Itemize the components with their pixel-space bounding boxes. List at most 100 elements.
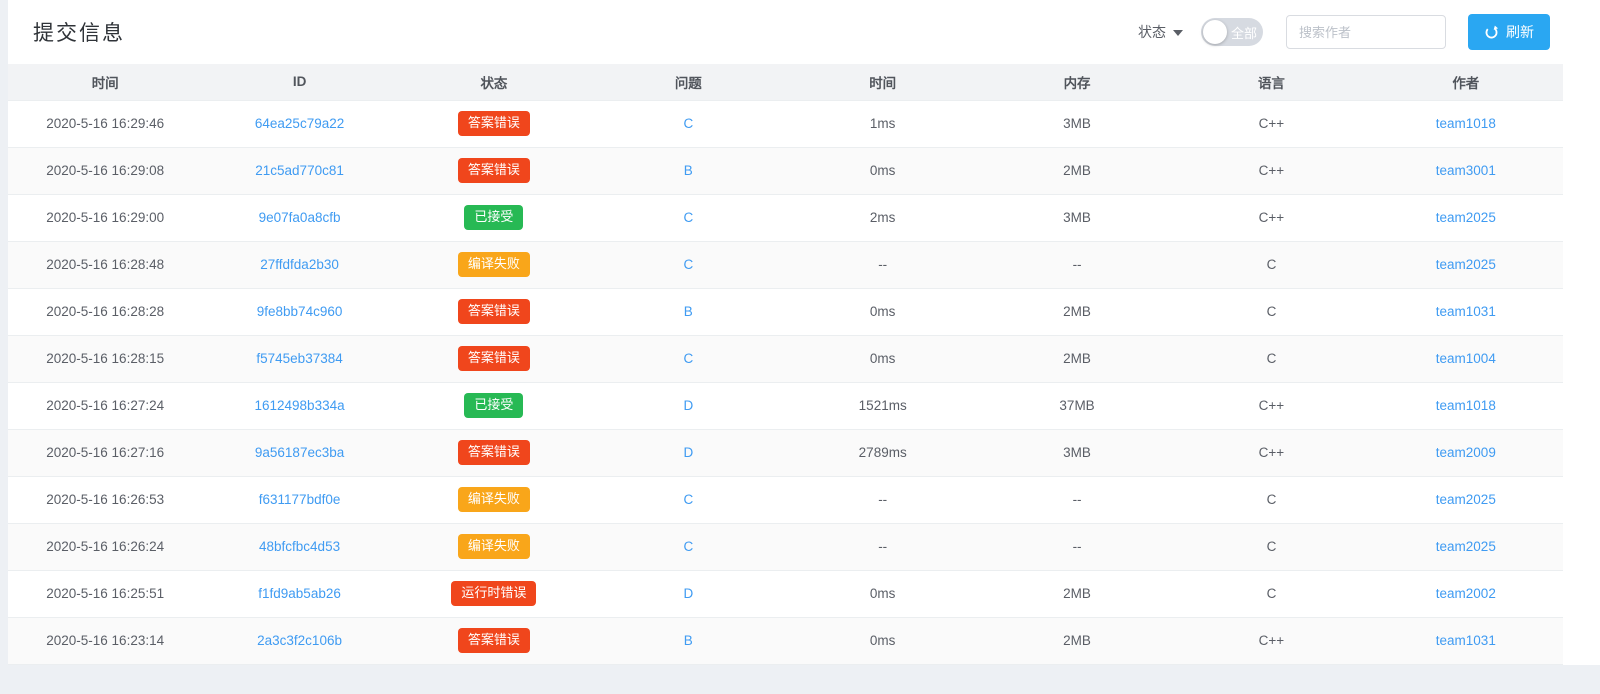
problem-link[interactable]: B xyxy=(684,163,693,178)
cell-submit-time: 2020-5-16 16:23:14 xyxy=(8,617,202,664)
col-header-memory: 内存 xyxy=(980,64,1174,100)
submission-id-link[interactable]: f631177bdf0e xyxy=(259,492,341,507)
cell-memory: -- xyxy=(980,523,1174,570)
problem-link[interactable]: C xyxy=(683,210,693,225)
cell-submit-time: 2020-5-16 16:29:08 xyxy=(8,147,202,194)
problem-link[interactable]: D xyxy=(683,586,693,601)
problem-link[interactable]: C xyxy=(683,539,693,554)
col-header-status: 状态 xyxy=(397,64,591,100)
cell-runtime: 2ms xyxy=(786,194,980,241)
cell-language: C xyxy=(1174,288,1368,335)
problem-link[interactable]: C xyxy=(683,351,693,366)
author-link[interactable]: team1018 xyxy=(1436,398,1496,413)
cell-problem: C xyxy=(591,100,785,147)
cell-problem: D xyxy=(591,570,785,617)
problem-link[interactable]: D xyxy=(683,445,693,460)
submission-row: 2020-5-16 16:29:00 9e07fa0a8cfb 已接受 C 2m… xyxy=(8,194,1563,241)
cell-problem: C xyxy=(591,476,785,523)
submission-id-link[interactable]: 64ea25c79a22 xyxy=(255,116,344,131)
submission-id-link[interactable]: 2a3c3f2c106b xyxy=(257,633,342,648)
submission-row: 2020-5-16 16:29:08 21c5ad770c81 答案错误 B 0… xyxy=(8,147,1563,194)
cell-status: 答案错误 xyxy=(397,147,591,194)
submissions-table-header: 时间 ID 状态 问题 时间 内存 语言 作者 xyxy=(8,64,1563,100)
col-header-author: 作者 xyxy=(1369,64,1563,100)
refresh-button[interactable]: 刷新 xyxy=(1468,14,1550,50)
cell-author: team1004 xyxy=(1369,335,1563,382)
submission-row: 2020-5-16 16:26:53 f631177bdf0e 编译失败 C -… xyxy=(8,476,1563,523)
status-badge: 编译失败 xyxy=(458,252,530,277)
cell-runtime: 0ms xyxy=(786,288,980,335)
submission-id-link[interactable]: 48bfcfbc4d53 xyxy=(259,539,340,554)
problem-link[interactable]: C xyxy=(683,492,693,507)
cell-runtime: -- xyxy=(786,241,980,288)
submission-id-link[interactable]: 9e07fa0a8cfb xyxy=(259,210,341,225)
cell-submit-time: 2020-5-16 16:29:46 xyxy=(8,100,202,147)
author-link[interactable]: team2025 xyxy=(1436,539,1496,554)
cell-author: team2025 xyxy=(1369,241,1563,288)
submission-id-link[interactable]: 27ffdfda2b30 xyxy=(260,257,339,272)
problem-link[interactable]: B xyxy=(684,633,693,648)
submission-id-link[interactable]: f5745eb37384 xyxy=(256,351,342,366)
author-link[interactable]: team1031 xyxy=(1436,304,1496,319)
cell-runtime: 0ms xyxy=(786,147,980,194)
col-header-problem: 问题 xyxy=(591,64,785,100)
chevron-down-icon xyxy=(1173,30,1183,36)
author-link[interactable]: team3001 xyxy=(1436,163,1496,178)
cell-runtime: -- xyxy=(786,476,980,523)
author-link[interactable]: team2025 xyxy=(1436,210,1496,225)
cell-submit-time: 2020-5-16 16:25:51 xyxy=(8,570,202,617)
problem-link[interactable]: C xyxy=(683,116,693,131)
toggle-knob xyxy=(1203,20,1227,44)
cell-runtime: 0ms xyxy=(786,570,980,617)
author-link[interactable]: team1004 xyxy=(1436,351,1496,366)
author-link[interactable]: team2025 xyxy=(1436,492,1496,507)
cell-id: 48bfcfbc4d53 xyxy=(202,523,396,570)
cell-id: 2a3c3f2c106b xyxy=(202,617,396,664)
author-link[interactable]: team2009 xyxy=(1436,445,1496,460)
status-badge: 答案错误 xyxy=(458,440,530,465)
cell-memory: 2MB xyxy=(980,288,1174,335)
cell-language: C xyxy=(1174,476,1368,523)
author-link[interactable]: team1031 xyxy=(1436,633,1496,648)
cell-language: C++ xyxy=(1174,382,1368,429)
submission-row: 2020-5-16 16:28:15 f5745eb37384 答案错误 C 0… xyxy=(8,335,1563,382)
submission-id-link[interactable]: 9a56187ec3ba xyxy=(255,445,344,460)
cell-id: 27ffdfda2b30 xyxy=(202,241,396,288)
cell-submit-time: 2020-5-16 16:28:28 xyxy=(8,288,202,335)
search-author-input[interactable] xyxy=(1286,15,1446,49)
submission-id-link[interactable]: f1fd9ab5ab26 xyxy=(258,586,341,601)
cell-problem: B xyxy=(591,288,785,335)
cell-author: team3001 xyxy=(1369,147,1563,194)
cell-id: 9a56187ec3ba xyxy=(202,429,396,476)
status-badge: 运行时错误 xyxy=(451,581,536,606)
cell-status: 答案错误 xyxy=(397,100,591,147)
author-link[interactable]: team2002 xyxy=(1436,586,1496,601)
submission-id-link[interactable]: 21c5ad770c81 xyxy=(255,163,344,178)
submission-id-link[interactable]: 9fe8bb74c960 xyxy=(257,304,343,319)
cell-submit-time: 2020-5-16 16:28:48 xyxy=(8,241,202,288)
status-filter-dropdown[interactable]: 状态 xyxy=(1138,22,1183,42)
cell-language: C++ xyxy=(1174,617,1368,664)
cell-status: 答案错误 xyxy=(397,429,591,476)
cell-language: C xyxy=(1174,523,1368,570)
all-toggle-switch[interactable]: 全部 xyxy=(1201,18,1263,46)
author-link[interactable]: team2025 xyxy=(1436,257,1496,272)
author-link[interactable]: team1018 xyxy=(1436,116,1496,131)
status-badge: 编译失败 xyxy=(458,534,530,559)
cell-runtime: 1ms xyxy=(786,100,980,147)
col-header-runtime: 时间 xyxy=(786,64,980,100)
content-card: 提交信息 状态 全部 刷新 xyxy=(8,0,1600,665)
col-header-id: ID xyxy=(202,64,396,100)
col-header-language: 语言 xyxy=(1174,64,1368,100)
submission-row: 2020-5-16 16:26:24 48bfcfbc4d53 编译失败 C -… xyxy=(8,523,1563,570)
problem-link[interactable]: B xyxy=(684,304,693,319)
cell-problem: D xyxy=(591,429,785,476)
problem-link[interactable]: C xyxy=(683,257,693,272)
refresh-label: 刷新 xyxy=(1506,22,1534,42)
cell-author: team2009 xyxy=(1369,429,1563,476)
problem-link[interactable]: D xyxy=(683,398,693,413)
cell-id: 9e07fa0a8cfb xyxy=(202,194,396,241)
submission-id-link[interactable]: 1612498b334a xyxy=(255,398,345,413)
cell-author: team1031 xyxy=(1369,288,1563,335)
cell-language: C++ xyxy=(1174,147,1368,194)
